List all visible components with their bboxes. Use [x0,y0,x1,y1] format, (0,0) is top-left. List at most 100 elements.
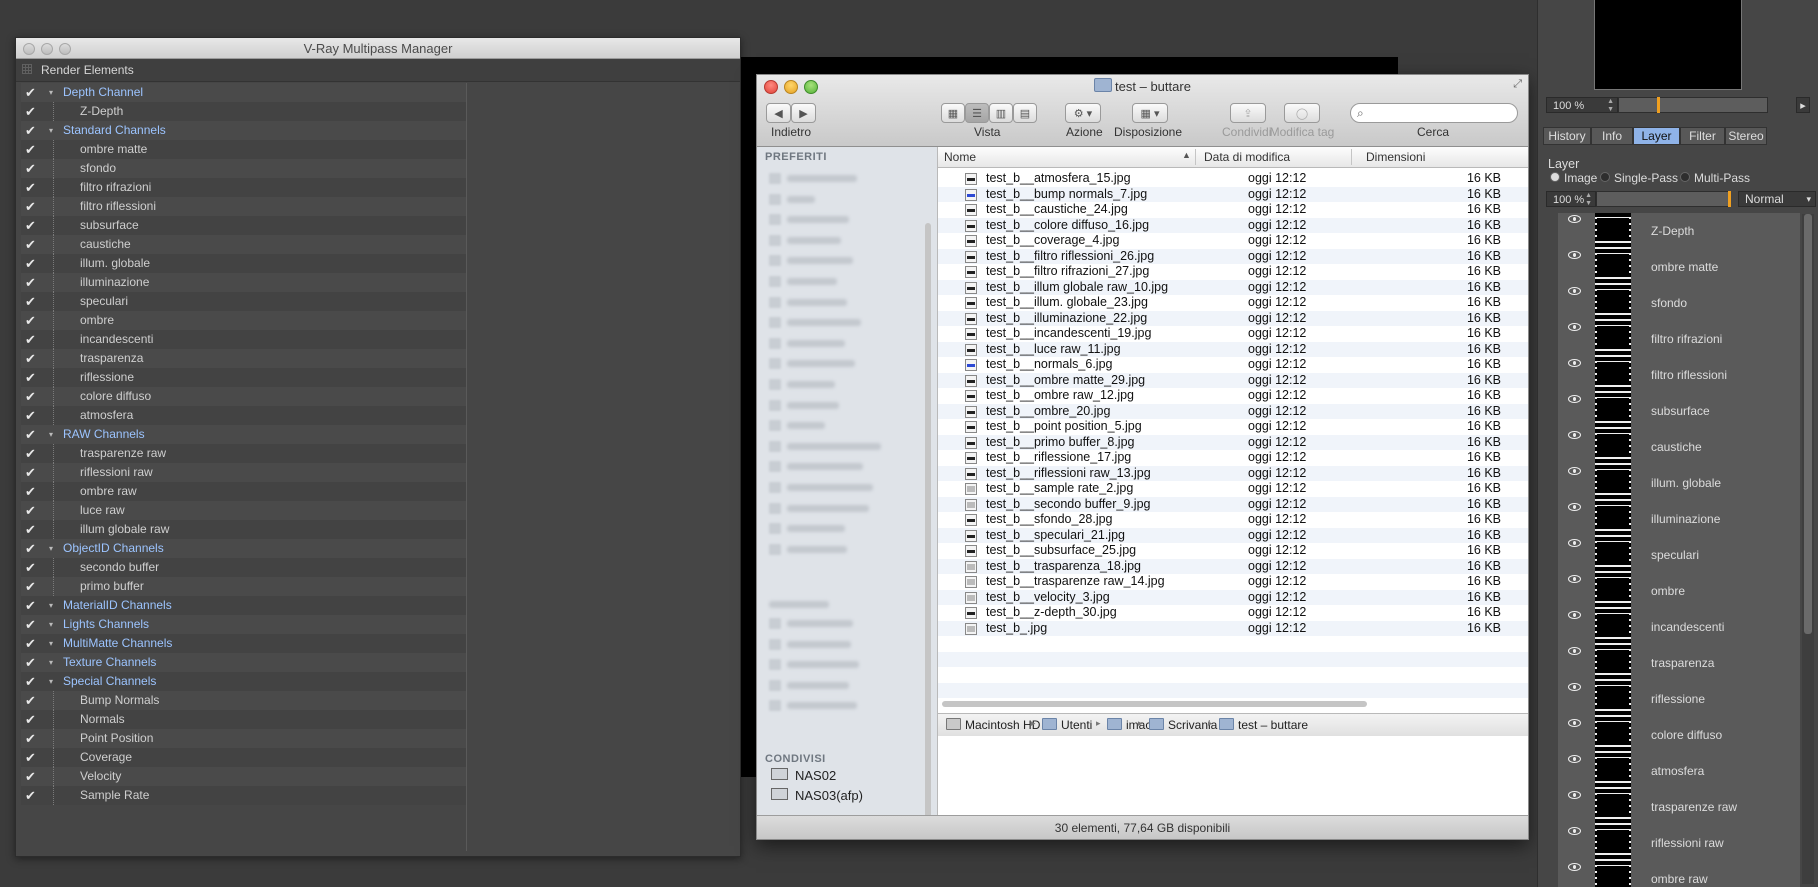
checkbox-checked-icon[interactable]: ✔ [25,710,36,729]
disclosure-triangle-icon[interactable]: ▾ [49,539,53,558]
sidebar-device-blurred[interactable] [769,678,919,692]
file-row[interactable]: test_b__velocity_3.jpg oggi 12:12 16 KB [938,589,1528,605]
layer-row[interactable]: ombre raw [1558,861,1800,887]
blend-mode-select[interactable]: Normal ▾ [1738,191,1816,207]
checkbox-checked-icon[interactable]: ✔ [25,216,36,235]
eye-icon[interactable] [1568,539,1581,547]
layer-row[interactable]: trasparenze raw [1558,789,1800,826]
layer-row[interactable]: trasparenza [1558,645,1800,682]
tree-channel-row[interactable]: ✔ illuminazione [21,273,466,292]
layer-row[interactable]: atmosfera [1558,753,1800,790]
checkbox-checked-icon[interactable]: ✔ [25,786,36,805]
column-view-button[interactable]: ▥ [989,103,1013,123]
disclosure-triangle-icon[interactable]: ▾ [49,83,53,102]
disclosure-triangle-icon[interactable]: ▾ [49,425,53,444]
navigator-play-button[interactable]: ▸ [1796,97,1810,113]
tab-info[interactable]: Info [1591,127,1633,145]
file-row[interactable]: test_b__ombre raw_12.jpg oggi 12:12 16 KB [938,388,1528,404]
eye-icon[interactable] [1568,719,1581,727]
file-row[interactable]: test_b__atmosfera_15.jpg oggi 12:12 16 KB [938,171,1528,187]
column-date[interactable]: Data di modifica [1204,150,1290,164]
eye-icon[interactable] [1568,683,1581,691]
checkbox-checked-icon[interactable]: ✔ [25,653,36,672]
tab-history[interactable]: History [1543,127,1591,145]
sidebar-device-blurred[interactable] [769,616,919,630]
sidebar-item-blurred[interactable] [769,521,919,535]
sidebar-item-blurred[interactable] [769,501,919,515]
navigator-zoom-field[interactable]: 100 % ▲ ▼ [1546,97,1618,113]
layer-row[interactable]: caustiche [1558,429,1800,466]
mode-multi-pass[interactable]: Multi-Pass [1680,171,1750,185]
path-segment[interactable]: Utenti [1042,718,1092,732]
slider-knob[interactable] [1657,97,1660,113]
tree-channel-row[interactable]: ✔ filtro rifrazioni [21,178,466,197]
icon-view-button[interactable]: ▦ [941,103,965,123]
eye-icon[interactable] [1568,863,1581,871]
checkbox-checked-icon[interactable]: ✔ [25,140,36,159]
file-row[interactable]: test_b__filtro rifrazioni_27.jpg oggi 12:… [938,264,1528,280]
file-row[interactable]: test_b__coverage_4.jpg oggi 12:12 16 KB [938,233,1528,249]
path-segment[interactable]: test – buttare [1219,718,1308,732]
file-row[interactable]: test_b__colore diffuso_16.jpg oggi 12:12 1… [938,217,1528,233]
layer-row[interactable]: illum. globale [1558,465,1800,502]
file-row[interactable]: test_b__ombre_20.jpg oggi 12:12 16 KB [938,403,1528,419]
tab-stereo[interactable]: Stereo [1725,127,1767,145]
checkbox-checked-icon[interactable]: ✔ [25,444,36,463]
tree-channel-row[interactable]: ✔ ombre matte [21,140,466,159]
tree-channel-row[interactable]: ✔ Bump Normals [21,691,466,710]
tree-group-row[interactable]: ✔ ▾ MaterialID Channels [21,596,466,615]
file-row[interactable]: test_b__trasparenza_18.jpg oggi 12:12 16 K… [938,558,1528,574]
sidebar-item-blurred[interactable] [769,336,919,350]
checkbox-checked-icon[interactable]: ✔ [25,102,36,121]
layer-row[interactable]: Z-Depth [1558,213,1800,250]
eye-icon[interactable] [1568,359,1581,367]
sidebar-scrollbar[interactable] [925,223,931,818]
file-row[interactable]: test_b__caustiche_24.jpg oggi 12:12 16 KB [938,202,1528,218]
file-row[interactable]: test_b__z-depth_30.jpg oggi 12:12 16 KB [938,605,1528,621]
file-row[interactable]: test_b__point position_5.jpg oggi 12:12 16… [938,419,1528,435]
checkbox-checked-icon[interactable]: ✔ [25,235,36,254]
layer-row[interactable]: speculari [1558,537,1800,574]
checkbox-checked-icon[interactable]: ✔ [25,311,36,330]
layer-row[interactable]: ombre matte [1558,249,1800,286]
tree-channel-row[interactable]: ✔ illum. globale [21,254,466,273]
sidebar-item-blurred[interactable] [769,274,919,288]
tree-channel-row[interactable]: ✔ trasparenza [21,349,466,368]
sidebar-item-blurred[interactable] [769,480,919,494]
sidebar-device-blurred[interactable] [769,657,919,671]
checkbox-checked-icon[interactable]: ✔ [25,672,36,691]
checkbox-checked-icon[interactable]: ✔ [25,368,36,387]
checkbox-checked-icon[interactable]: ✔ [25,83,36,102]
checkbox-checked-icon[interactable]: ✔ [25,748,36,767]
share-button[interactable]: ⇪ [1230,103,1266,123]
layer-row[interactable]: subsurface [1558,393,1800,430]
file-row[interactable]: test_b__normals_6.jpg oggi 12:12 16 KB [938,357,1528,373]
sidebar-item-blurred[interactable] [769,212,919,226]
tree-channel-row[interactable]: ✔ incandescenti [21,330,466,349]
layer-row[interactable]: colore diffuso [1558,717,1800,754]
tree-channel-row[interactable]: ✔ riflessioni raw [21,463,466,482]
tree-channel-row[interactable]: ✔ primo buffer [21,577,466,596]
coverflow-view-button[interactable]: ▤ [1013,103,1037,123]
checkbox-checked-icon[interactable]: ✔ [25,197,36,216]
sidebar-item-blurred[interactable] [769,356,919,370]
tree-channel-row[interactable]: ✔ Normals [21,710,466,729]
tree-channel-row[interactable]: ✔ secondo buffer [21,558,466,577]
sidebar-item-blurred[interactable] [769,192,919,206]
file-row[interactable]: test_b__riflessione_17.jpg oggi 12:12 16 K… [938,450,1528,466]
opacity-slider[interactable] [1596,191,1731,207]
eye-icon[interactable] [1568,287,1581,295]
eye-icon[interactable] [1568,827,1581,835]
sidebar-item-blurred[interactable] [769,459,919,473]
edit-tags-button[interactable]: ◯ [1284,103,1320,123]
file-row[interactable]: test_b__sample rate_2.jpg oggi 12:12 16 KB [938,481,1528,497]
checkbox-checked-icon[interactable]: ✔ [25,425,36,444]
checkbox-checked-icon[interactable]: ✔ [25,520,36,539]
sidebar-device-blurred[interactable] [769,637,919,651]
tree-group-row[interactable]: ✔ ▾ Standard Channels [21,121,466,140]
checkbox-checked-icon[interactable]: ✔ [25,121,36,140]
sidebar-item-nas03[interactable]: NAS03(afp) [771,788,863,803]
tree-group-row[interactable]: ✔ ▾ Depth Channel [21,83,466,102]
path-segment[interactable]: imac [1107,718,1151,732]
eye-icon[interactable] [1568,611,1581,619]
